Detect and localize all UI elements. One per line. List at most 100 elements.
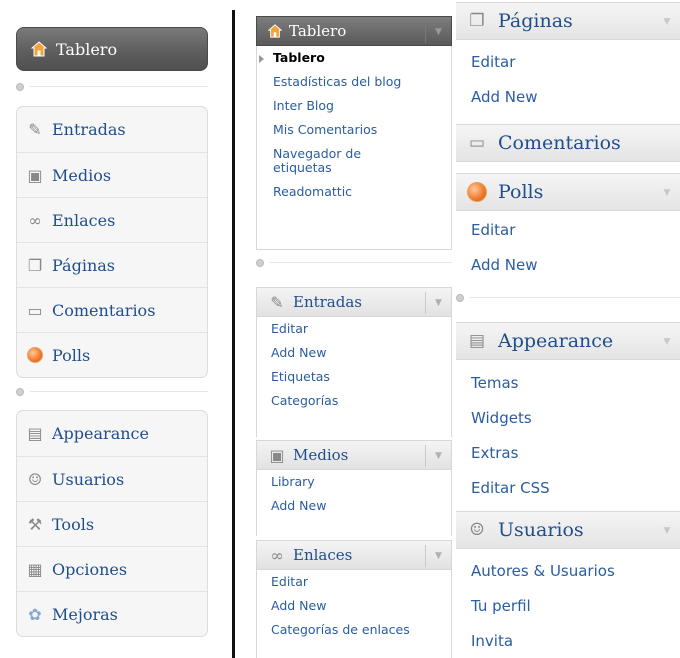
menu-heading-usuarios[interactable]: ☺ Usuarios ▼ [456, 511, 680, 549]
menu-item-usuarios[interactable]: ☺ Usuarios [17, 456, 207, 501]
chevron-down-icon[interactable]: ▼ [425, 445, 451, 467]
submenu-item[interactable]: Invita [456, 623, 680, 658]
menu-item-label: Usuarios [52, 469, 125, 489]
menu-item-entradas[interactable]: ✎ Entradas [17, 107, 207, 152]
appearance-icon: ▤ [468, 331, 486, 351]
menu-item-label: Medios [52, 165, 112, 185]
tools-icon: ⚒ [27, 514, 43, 534]
menu-item-label: Tools [52, 514, 95, 534]
link-icon: ∞ [270, 545, 284, 565]
menu-heading-enlaces[interactable]: ∞ Enlaces ▼ [256, 540, 452, 570]
submenu-item[interactable]: Navegador de etiquetas [257, 142, 451, 180]
submenu-item[interactable]: Editar [257, 317, 451, 341]
submenu-item[interactable]: Etiquetas [257, 365, 451, 389]
chevron-down-icon[interactable]: ▼ [654, 331, 680, 353]
menu-item-opciones[interactable]: ▦ Opciones [17, 546, 207, 591]
menu-heading-label: Enlaces [293, 546, 353, 564]
menu-heading-entradas[interactable]: ✎ Entradas ▼ [256, 287, 452, 317]
menu-heading-medios[interactable]: ▣ Medios ▼ [256, 440, 452, 470]
menu-item-polls[interactable]: Polls [17, 332, 207, 377]
expanded-admin-menu-continued: ❐ Páginas ▼ Editar Add New ▭ Comentarios… [456, 0, 680, 658]
chevron-down-icon[interactable]: ▼ [654, 520, 680, 542]
submenu-item[interactable]: Estadísticas del blog [257, 70, 451, 94]
submenu-item[interactable]: Readomattic [257, 180, 451, 204]
submenu-polls: Editar Add New [456, 212, 680, 282]
menu-heading-label: Polls [498, 181, 544, 203]
menu-item-label: Páginas [52, 255, 115, 275]
media-icon: ▣ [269, 445, 285, 465]
column-divider [232, 10, 235, 658]
chevron-down-icon[interactable]: ▼ [654, 11, 680, 33]
chevron-down-icon[interactable]: ▼ [654, 182, 680, 204]
submenu-item[interactable]: Categorías [257, 389, 451, 413]
chevron-down-icon[interactable]: ▼ [425, 545, 451, 567]
submenu-item-current[interactable]: Tablero [257, 46, 451, 70]
menu-item-medios[interactable]: ▣ Medios [17, 152, 207, 197]
menu-heading-comentarios[interactable]: ▭ Comentarios [456, 124, 680, 162]
polls-icon [25, 345, 45, 365]
menu-item-label: Entradas [52, 120, 126, 139]
submenu-item[interactable]: Widgets [456, 400, 680, 435]
submenu-item[interactable]: Editar [456, 44, 680, 79]
pin-icon: ✎ [28, 120, 42, 139]
submenu-item[interactable]: Categorías de enlaces [257, 618, 451, 642]
menu-separator [16, 81, 208, 93]
submenu-medios: Library Add New [256, 470, 452, 536]
media-icon: ▣ [27, 165, 43, 185]
link-icon: ∞ [28, 210, 42, 230]
appearance-icon: ▤ [27, 424, 43, 443]
submenu-item[interactable]: Library [257, 470, 451, 494]
menu-item-label: Mejoras [52, 604, 118, 624]
menu-heading-label: Tablero [289, 22, 347, 40]
menu-heading-label: Entradas [293, 293, 362, 311]
collapsed-admin-menu: Tablero ✎ Entradas ▣ Medios ∞ Enlaces ❐ … [0, 0, 225, 658]
menu-group-admin: ▤ Appearance ☺ Usuarios ⚒ Tools ▦ Opcion… [16, 410, 208, 637]
submenu-item[interactable]: Autores & Usuarios [456, 553, 680, 588]
menu-dashboard[interactable]: Tablero [16, 27, 208, 71]
submenu-item[interactable]: Extras [456, 435, 680, 470]
submenu-item[interactable]: Temas [456, 365, 680, 400]
pages-icon: ❐ [469, 11, 485, 31]
submenu-item[interactable]: Tu perfil [456, 588, 680, 623]
menu-heading-polls[interactable]: Polls ▼ [456, 173, 680, 211]
menu-heading-paginas[interactable]: ❐ Páginas ▼ [456, 2, 680, 40]
submenu-item[interactable]: Add New [257, 594, 451, 618]
menu-item-mejoras[interactable]: ✿ Mejoras [17, 591, 207, 636]
expanded-admin-menu: Tablero ▼ Tablero Estadísticas del blog … [256, 0, 452, 658]
submenu-tablero: Tablero Estadísticas del blog Inter Blog… [256, 46, 452, 250]
menu-item-tools[interactable]: ⚒ Tools [17, 501, 207, 546]
submenu-item[interactable]: Editar [456, 212, 680, 247]
submenu-item[interactable]: Inter Blog [257, 94, 451, 118]
submenu-paginas: Editar Add New [456, 44, 680, 114]
menu-heading-appearance[interactable]: ▤ Appearance ▼ [456, 322, 680, 360]
submenu-enlaces: Editar Add New Categorías de enlaces [256, 570, 452, 658]
menu-heading-label: Usuarios [498, 519, 584, 541]
home-icon [29, 39, 49, 59]
menu-group-content: ✎ Entradas ▣ Medios ∞ Enlaces ❐ Páginas … [16, 106, 208, 378]
menu-separator [256, 257, 452, 269]
menu-item-paginas[interactable]: ❐ Páginas [17, 242, 207, 287]
chevron-down-icon[interactable]: ▼ [425, 292, 451, 314]
submenu-item[interactable]: Add New [456, 79, 680, 114]
submenu-item[interactable]: Editar [257, 570, 451, 594]
submenu-item[interactable]: Mis Comentarios [257, 118, 451, 142]
home-icon [267, 21, 283, 41]
menu-item-appearance[interactable]: ▤ Appearance [17, 411, 207, 456]
menu-heading-label: Medios [293, 446, 349, 464]
chevron-down-icon[interactable]: ▼ [425, 21, 451, 43]
submenu-appearance: Temas Widgets Extras Editar CSS [456, 365, 680, 505]
submenu-item[interactable]: Add New [257, 494, 451, 518]
submenu-entradas: Editar Add New Etiquetas Categorías [256, 317, 452, 437]
menu-item-enlaces[interactable]: ∞ Enlaces [17, 197, 207, 242]
menu-item-label: Appearance [52, 424, 149, 443]
menu-item-label: Comentarios [52, 300, 156, 320]
menu-item-comentarios[interactable]: ▭ Comentarios [17, 287, 207, 332]
menu-item-label: Opciones [52, 559, 128, 579]
pin-icon: ✎ [270, 292, 284, 312]
submenu-item[interactable]: Editar CSS [456, 470, 680, 505]
menu-separator [16, 386, 208, 398]
submenu-item[interactable]: Add New [456, 247, 680, 282]
menu-dashboard-expanded[interactable]: Tablero ▼ [256, 16, 452, 46]
submenu-item[interactable]: Add New [257, 341, 451, 365]
menu-separator [456, 292, 680, 304]
